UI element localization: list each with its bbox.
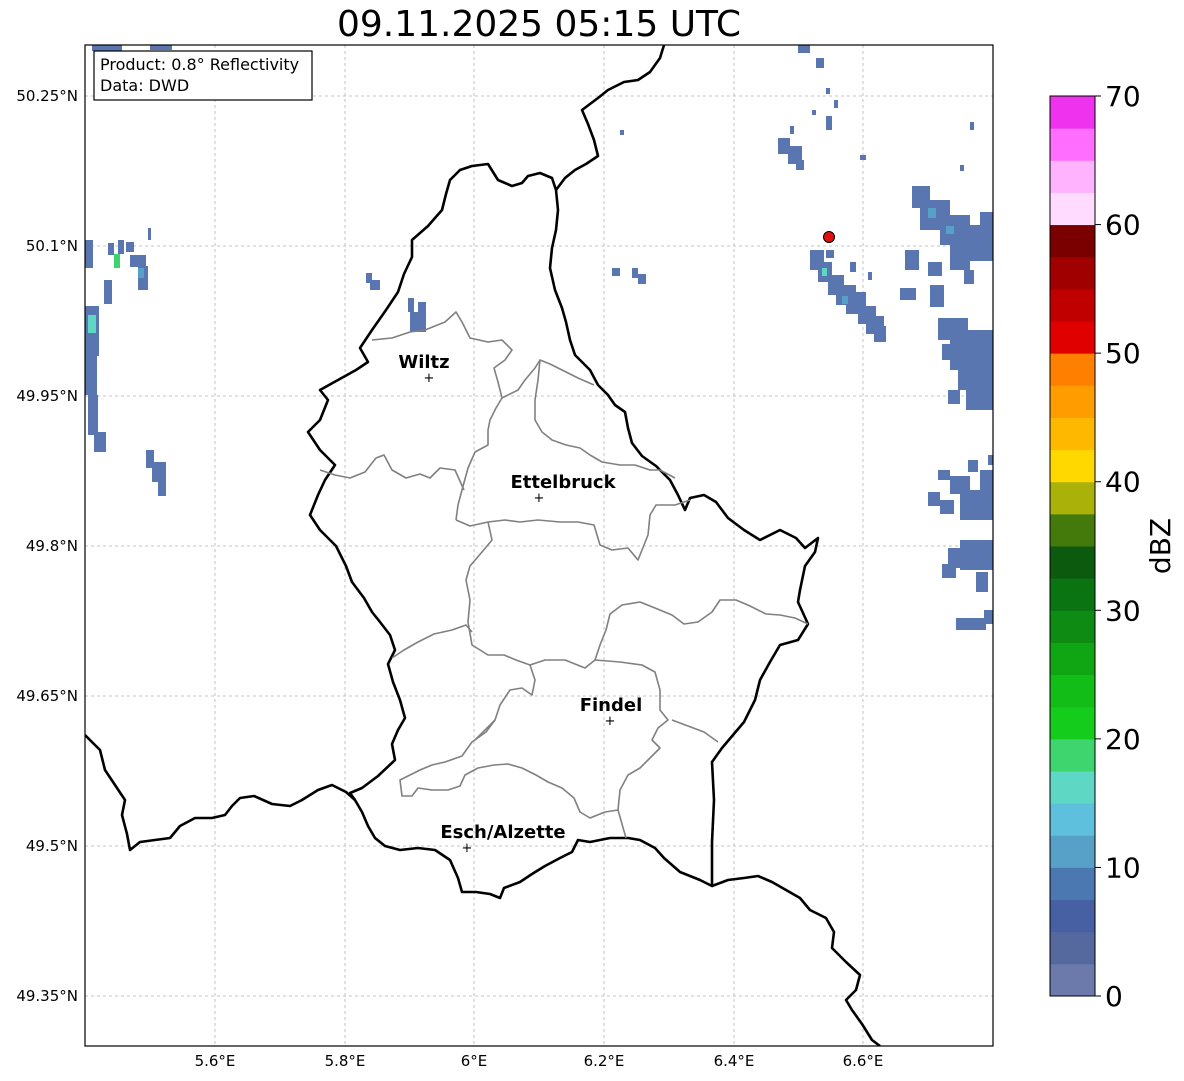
colorbar-swatch bbox=[1050, 288, 1095, 322]
city-marker-ettelbruck: + bbox=[534, 491, 545, 506]
info-box: Product: 0.8° Reflectivity Data: DWD bbox=[93, 50, 313, 101]
colorbar-swatch bbox=[1050, 481, 1095, 515]
city-marker-wiltz: + bbox=[424, 371, 435, 386]
lon-tick-label: 6.6°E bbox=[843, 1052, 884, 1070]
info-product: Product: 0.8° Reflectivity bbox=[100, 55, 299, 74]
plot-area bbox=[85, 45, 993, 1046]
colorbar-swatch bbox=[1050, 674, 1095, 708]
lon-tick-label: 5.8°E bbox=[325, 1052, 366, 1070]
colorbar-swatch bbox=[1050, 578, 1095, 611]
colorbar-swatch bbox=[1050, 546, 1095, 579]
lat-tick-label: 49.35°N bbox=[16, 987, 78, 1005]
colorbar-swatch bbox=[1050, 449, 1095, 483]
lon-tick-label: 6.4°E bbox=[714, 1052, 755, 1070]
city-label-wiltz: Wiltz bbox=[398, 352, 449, 373]
colorbar-swatch bbox=[1050, 706, 1095, 740]
colorbar-tick-label: 30 bbox=[1105, 594, 1141, 627]
lat-tick-label: 49.5°N bbox=[26, 837, 78, 855]
colorbar-swatch bbox=[1050, 160, 1095, 193]
colorbar-swatch bbox=[1050, 642, 1095, 676]
colorbar-swatch bbox=[1050, 321, 1095, 354]
city-label-ettelbruck: Ettelbruck bbox=[510, 472, 616, 493]
colorbar-swatch bbox=[1050, 353, 1095, 386]
lon-tick-labels: 5.6°E 5.8°E 6°E 6.2°E 6.4°E 6.6°E bbox=[195, 1052, 884, 1070]
colorbar-tick-label: 60 bbox=[1105, 209, 1141, 242]
lat-tick-label: 49.95°N bbox=[16, 387, 78, 405]
lat-tick-labels: 50.25°N 50.1°N 49.95°N 49.8°N 49.65°N 49… bbox=[16, 87, 78, 1005]
colorbar-tick-label: 50 bbox=[1105, 337, 1141, 370]
colorbar-tick-label: 70 bbox=[1105, 80, 1141, 113]
lat-tick-label: 49.65°N bbox=[16, 687, 78, 705]
colorbar-ticks: 0 10 20 30 40 50 60 70 bbox=[1095, 80, 1141, 1013]
colorbar-swatch bbox=[1050, 963, 1095, 997]
lon-tick-label: 5.6°E bbox=[195, 1052, 236, 1070]
colorbar-tick-label: 40 bbox=[1105, 466, 1141, 499]
colorbar-swatch bbox=[1050, 513, 1095, 547]
colorbar-tick-label: 20 bbox=[1105, 723, 1141, 756]
lat-tick-label: 49.8°N bbox=[26, 537, 78, 555]
colorbar-swatch bbox=[1050, 931, 1095, 965]
colorbar-swatch bbox=[1050, 417, 1095, 451]
colorbar-swatch bbox=[1050, 771, 1095, 804]
colorbar-unit-label: dBZ bbox=[1144, 518, 1177, 574]
colorbar-tick-label: 0 bbox=[1105, 980, 1123, 1013]
colorbar-swatch bbox=[1050, 256, 1095, 290]
radar-site-marker bbox=[823, 231, 835, 243]
colorbar-swatch bbox=[1050, 192, 1095, 226]
colorbar-swatches bbox=[1050, 96, 1095, 997]
city-marker-findel: + bbox=[605, 714, 616, 729]
colorbar-swatch bbox=[1050, 385, 1095, 418]
colorbar-swatch bbox=[1050, 96, 1095, 129]
city-label-findel: Findel bbox=[580, 695, 643, 716]
lat-tick-label: 50.1°N bbox=[26, 237, 78, 255]
colorbar-swatch bbox=[1050, 738, 1095, 772]
colorbar-swatch bbox=[1050, 128, 1095, 161]
colorbar-swatch bbox=[1050, 224, 1095, 258]
colorbar-swatch bbox=[1050, 835, 1095, 868]
lat-tick-label: 50.25°N bbox=[16, 87, 78, 105]
colorbar-tick-label: 10 bbox=[1105, 851, 1141, 884]
colorbar-swatch bbox=[1050, 610, 1095, 643]
lon-tick-label: 6.2°E bbox=[584, 1052, 625, 1070]
city-label-esch-alzette: Esch/Alzette bbox=[440, 822, 565, 843]
city-marker-esch-alzette: + bbox=[462, 841, 473, 856]
colorbar-swatch bbox=[1050, 899, 1095, 933]
colorbar-swatch bbox=[1050, 867, 1095, 901]
colorbar-swatch bbox=[1050, 803, 1095, 836]
radar-map: Wiltz + Ettelbruck + Findel + Esch/Alzet… bbox=[16, 44, 1177, 1070]
info-data-source: Data: DWD bbox=[100, 76, 189, 95]
lon-tick-label: 6°E bbox=[461, 1052, 488, 1070]
colorbar: 0 10 20 30 40 50 60 70 dBZ bbox=[1049, 80, 1177, 1013]
